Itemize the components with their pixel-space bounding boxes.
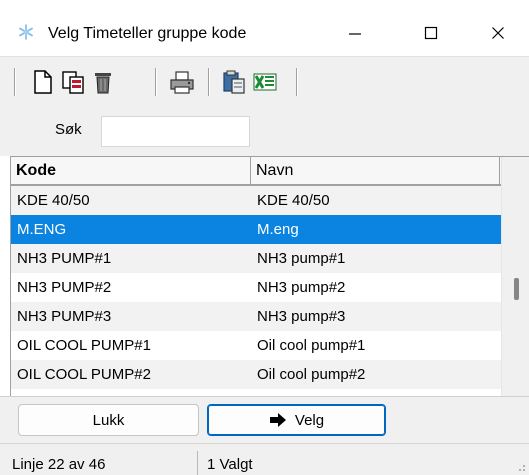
table-row-selected[interactable]: M.ENG M.eng [11,215,501,244]
arrow-right-icon [269,413,286,427]
grid-rows: KDE 40/50 KDE 40/50 M.ENG M.eng NH3 PUMP… [11,186,501,389]
excel-export-button[interactable] [252,69,278,95]
grid-header: Kode Navn [11,157,501,186]
title-bar: Velg Timeteller gruppe kode [0,0,529,56]
table-row[interactable]: NH3 PUMP#2 NH3 pump#2 [11,273,501,302]
search-bar: Søk [0,104,529,156]
velg-button-label: Velg [294,411,325,429]
snowflake-icon [19,24,33,40]
cell-navn: KDE 40/50 [257,192,330,209]
table-row[interactable]: OIL COOL PUMP#2 Oil cool pump#2 [11,360,501,389]
scrollbar-thumb[interactable] [514,278,519,300]
copy-button[interactable] [60,69,86,95]
cell-navn: NH3 pump#2 [257,279,346,296]
cell-kode: NH3 PUMP#1 [17,250,112,267]
delete-button[interactable] [90,69,116,95]
minimize-icon [349,33,361,35]
table-row[interactable]: OIL COOL PUMP#1 Oil cool pump#1 [11,331,501,360]
toolbar-separator [14,68,16,96]
toolbar-separator [155,68,157,96]
vertical-scrollbar[interactable] [501,157,529,396]
cell-kode: NH3 PUMP#2 [17,279,112,296]
close-button[interactable] [474,14,522,52]
column-header-kode[interactable]: Kode [11,157,251,184]
window-title: Velg Timeteller gruppe kode [48,25,247,42]
maximize-button[interactable] [407,14,455,52]
cell-navn: M.eng [257,221,299,238]
print-button[interactable] [169,69,195,95]
search-label: Søk [55,121,82,138]
close-icon [492,27,504,39]
resize-grip-icon[interactable] [516,462,526,472]
status-selection-count: 1 Valgt [207,456,253,473]
status-line-position: Linje 22 av 46 [12,456,106,473]
toolbar [0,56,529,104]
lukk-button[interactable]: Lukk [18,404,199,436]
cell-kode: KDE 40/50 [17,192,90,209]
cell-kode: OIL COOL PUMP#2 [17,366,151,383]
cell-navn: Oil cool pump#1 [257,337,366,354]
data-grid: Kode Navn KDE 40/50 KDE 40/50 M.ENG M.en… [10,156,529,396]
velg-button[interactable]: Velg [207,404,386,436]
table-row[interactable]: NH3 PUMP#1 NH3 pump#1 [11,244,501,273]
maximize-icon [424,26,438,40]
toolbar-separator [208,68,210,96]
status-divider [197,451,198,475]
print-icon [170,71,194,94]
copy-record-icon [62,71,84,94]
button-bar: Lukk Velg [0,396,529,443]
cell-kode: OIL COOL PUMP#1 [17,337,151,354]
status-bar: Linje 22 av 46 1 Valgt [0,443,529,475]
cell-kode: NH3 PUMP#3 [17,308,112,325]
cell-navn: NH3 pump#1 [257,250,346,267]
table-row[interactable]: KDE 40/50 KDE 40/50 [11,186,501,215]
toolbar-separator [296,68,298,96]
search-input[interactable] [101,116,250,147]
paste-clipboard-icon [223,70,245,94]
delete-trash-icon [95,73,111,94]
cell-kode: M.ENG [17,221,67,238]
paste-button[interactable] [221,69,247,95]
cell-navn: Oil cool pump#2 [257,366,366,383]
minimize-button[interactable] [331,14,379,52]
new-button[interactable] [30,69,56,95]
cell-navn: NH3 pump#3 [257,308,346,325]
column-header-navn[interactable]: Navn [251,157,500,184]
excel-export-icon [253,73,277,91]
lukk-button-label: Lukk [92,411,125,429]
new-document-icon [34,70,52,94]
table-row[interactable]: NH3 PUMP#3 NH3 pump#3 [11,302,501,331]
